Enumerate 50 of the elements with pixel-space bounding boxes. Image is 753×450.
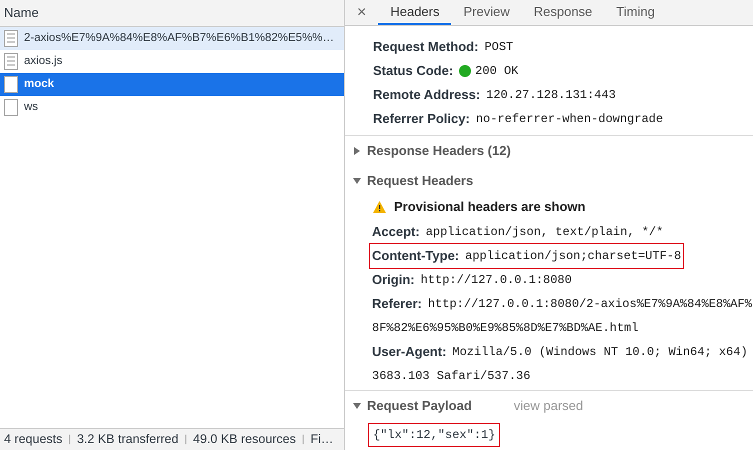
collapsed-triangle-icon[interactable] xyxy=(353,147,361,155)
header-name: Accept: xyxy=(372,223,420,242)
header-name: Request Method: xyxy=(373,38,478,56)
header-name: Status Code: xyxy=(373,62,454,80)
header-value: 120.27.128.131:443 xyxy=(486,87,616,104)
header-name: Content-Type: xyxy=(372,247,460,266)
header-value: http://127.0.0.1:8080 xyxy=(420,272,572,289)
close-button[interactable]: × xyxy=(353,0,370,25)
status-text: Fi… xyxy=(310,431,334,448)
separator: | xyxy=(184,433,188,447)
column-header[interactable]: Name xyxy=(0,0,344,27)
tab[interactable]: Response xyxy=(522,0,604,25)
header-name: Referer: xyxy=(372,295,422,314)
section-title[interactable]: Response Headers (12) xyxy=(367,141,511,161)
request-row[interactable]: mock xyxy=(0,73,344,96)
header-value: 3683.103 Safari/537.36 xyxy=(372,368,530,385)
status-text: 49.0 KB resources xyxy=(193,431,296,448)
header-value: 8F%82%E6%95%B0%E9%85%8D%E7%BD%AE.html xyxy=(372,320,638,337)
file-icon xyxy=(4,30,18,47)
status-text: 4 requests xyxy=(4,431,62,448)
request-row[interactable]: ws xyxy=(0,96,344,119)
expanded-triangle-icon[interactable] xyxy=(353,177,361,185)
file-icon xyxy=(4,53,18,70)
warning-icon xyxy=(373,201,386,213)
separator: | xyxy=(302,433,304,447)
request-row[interactable]: 2-axios%E7%9A%84%E8%AF%B7%E6%B1%82%E5%%… xyxy=(0,27,344,50)
header-name: Remote Address: xyxy=(373,86,480,104)
payload-value: {"lx":12,"sex":1} xyxy=(368,423,500,447)
header-value: application/json, text/plain, */* xyxy=(426,224,664,241)
section-title[interactable]: Request Headers xyxy=(367,171,474,191)
tab[interactable]: Headers xyxy=(378,0,452,25)
tab[interactable]: Preview xyxy=(451,0,522,25)
status-text: 3.2 KB transferred xyxy=(76,431,178,448)
request-row[interactable]: axios.js xyxy=(0,50,344,73)
header-value: no-referrer-when-downgrade xyxy=(476,111,664,128)
tab[interactable]: Timing xyxy=(604,0,667,25)
warning-text: Provisional headers are shown xyxy=(394,198,586,216)
expanded-triangle-icon[interactable] xyxy=(353,402,361,410)
header-name: Origin: xyxy=(372,271,415,290)
header-value: http://127.0.0.1:8080/2-axios%E7%9A%84%E8%AF% xyxy=(428,296,752,313)
header-value: application/json;charset=UTF-8 xyxy=(465,248,682,265)
header-value: Mozilla/5.0 (Windows NT 10.0; Win64; x64) xyxy=(452,344,748,361)
header-name: Referrer Policy: xyxy=(373,110,470,128)
header-value: 200 OK xyxy=(475,63,518,80)
separator: | xyxy=(68,433,71,447)
file-icon xyxy=(4,76,18,93)
section-title[interactable]: Request Payload xyxy=(367,396,472,416)
header-value: POST xyxy=(484,39,514,56)
file-icon xyxy=(4,99,18,116)
header-name: User-Agent: xyxy=(372,343,446,362)
